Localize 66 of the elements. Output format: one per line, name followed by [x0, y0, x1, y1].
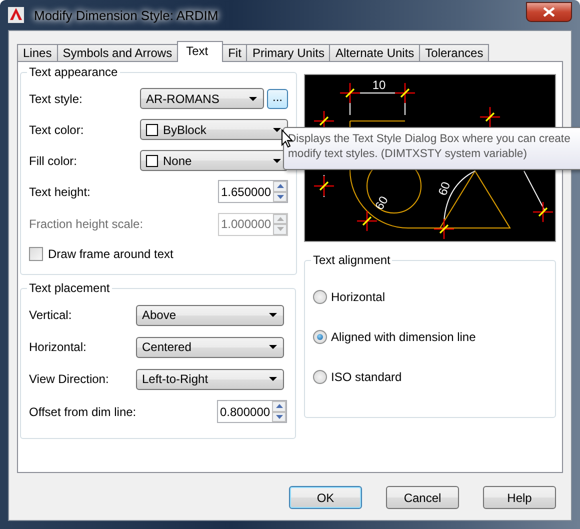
field-label: Vertical:: [29, 308, 73, 322]
app-logo-icon: [8, 7, 24, 23]
dropdown[interactable]: Left-to-Right: [136, 368, 284, 390]
browse-button[interactable]: ...: [267, 88, 288, 108]
dropdown[interactable]: Centered: [136, 336, 284, 358]
radio-label: Aligned with dimension line: [331, 330, 476, 344]
dimension-text: 60: [435, 180, 454, 198]
field-label: Fraction height scale:: [29, 217, 140, 231]
down-arrow-icon: [276, 194, 284, 199]
tab[interactable]: Symbols and Arrows: [56, 44, 178, 62]
number-field[interactable]: 1.650000: [218, 180, 288, 203]
up-arrow-icon: [276, 216, 284, 221]
radio-label: Horizontal: [331, 290, 386, 304]
checkbox-label: Draw frame around text: [48, 247, 174, 261]
dropdown[interactable]: AR-ROMANS: [140, 88, 264, 109]
dialog-button[interactable]: Cancel: [386, 486, 459, 509]
tooltip-text: Displays the Text Style Dialog Box where you can create modify text styles. (DIMTXSTY system variable): [288, 132, 572, 162]
dropdown-arrow-icon: [269, 377, 277, 381]
tab[interactable]: Lines: [17, 44, 58, 62]
tab[interactable]: Text: [177, 41, 224, 62]
spin-up-button[interactable]: [273, 181, 287, 192]
dropdown-arrow-icon: [273, 128, 281, 132]
radio-button[interactable]: [313, 290, 327, 304]
group-title: Text appearance: [28, 65, 119, 79]
tab[interactable]: Primary Units: [246, 44, 330, 62]
up-arrow-icon: [276, 184, 284, 188]
down-arrow-icon: [276, 227, 284, 232]
field-label: Horizontal:: [29, 340, 88, 354]
checkbox-box[interactable]: [29, 247, 43, 261]
window-title: Modify Dimension Style: ARDIM: [33, 8, 220, 22]
color-dropdown[interactable]: None: [140, 150, 288, 171]
spin-down-button[interactable]: [272, 412, 286, 422]
field-label: Fill color:: [29, 154, 78, 168]
field-label: Text height:: [29, 184, 92, 198]
group-title: Text alignment: [312, 253, 392, 267]
tab[interactable]: Alternate Units: [329, 44, 420, 62]
close-button[interactable]: [526, 2, 572, 22]
dropdown-arrow-icon: [269, 345, 277, 349]
number-field[interactable]: 0.800000: [217, 400, 287, 423]
field-label: Text style:: [29, 92, 84, 106]
radio-button[interactable]: [313, 330, 327, 344]
tab[interactable]: Fit: [222, 44, 248, 62]
tab[interactable]: Tolerances: [419, 44, 490, 62]
checkbox[interactable]: Draw frame around text: [29, 247, 288, 261]
close-icon: [543, 7, 555, 17]
dropdown[interactable]: Above: [136, 304, 284, 326]
color-dropdown[interactable]: ByBlock: [140, 119, 288, 140]
down-arrow-icon: [276, 414, 282, 419]
group-title: Text placement: [28, 281, 111, 295]
radio-label: ISO standard: [331, 370, 402, 384]
dimension-text: 10: [372, 78, 386, 92]
color-swatch-icon: [146, 124, 158, 136]
radio-button[interactable]: [313, 370, 327, 384]
dropdown-arrow-icon: [249, 96, 257, 100]
field-label: View Direction:: [29, 372, 110, 386]
field-label: Text color:: [29, 122, 85, 136]
color-swatch-icon: [146, 154, 158, 166]
dialog-button[interactable]: OK: [289, 486, 362, 509]
dropdown-arrow-icon: [273, 158, 281, 162]
spin-down-button[interactable]: [273, 192, 287, 202]
up-arrow-icon: [276, 404, 282, 408]
spin-up-button[interactable]: [272, 401, 286, 412]
dimension-text: 60: [372, 194, 391, 212]
dropdown-arrow-icon: [269, 313, 277, 317]
field-label: Offset from dim line:: [29, 404, 136, 418]
dialog-button[interactable]: Help: [483, 486, 556, 509]
